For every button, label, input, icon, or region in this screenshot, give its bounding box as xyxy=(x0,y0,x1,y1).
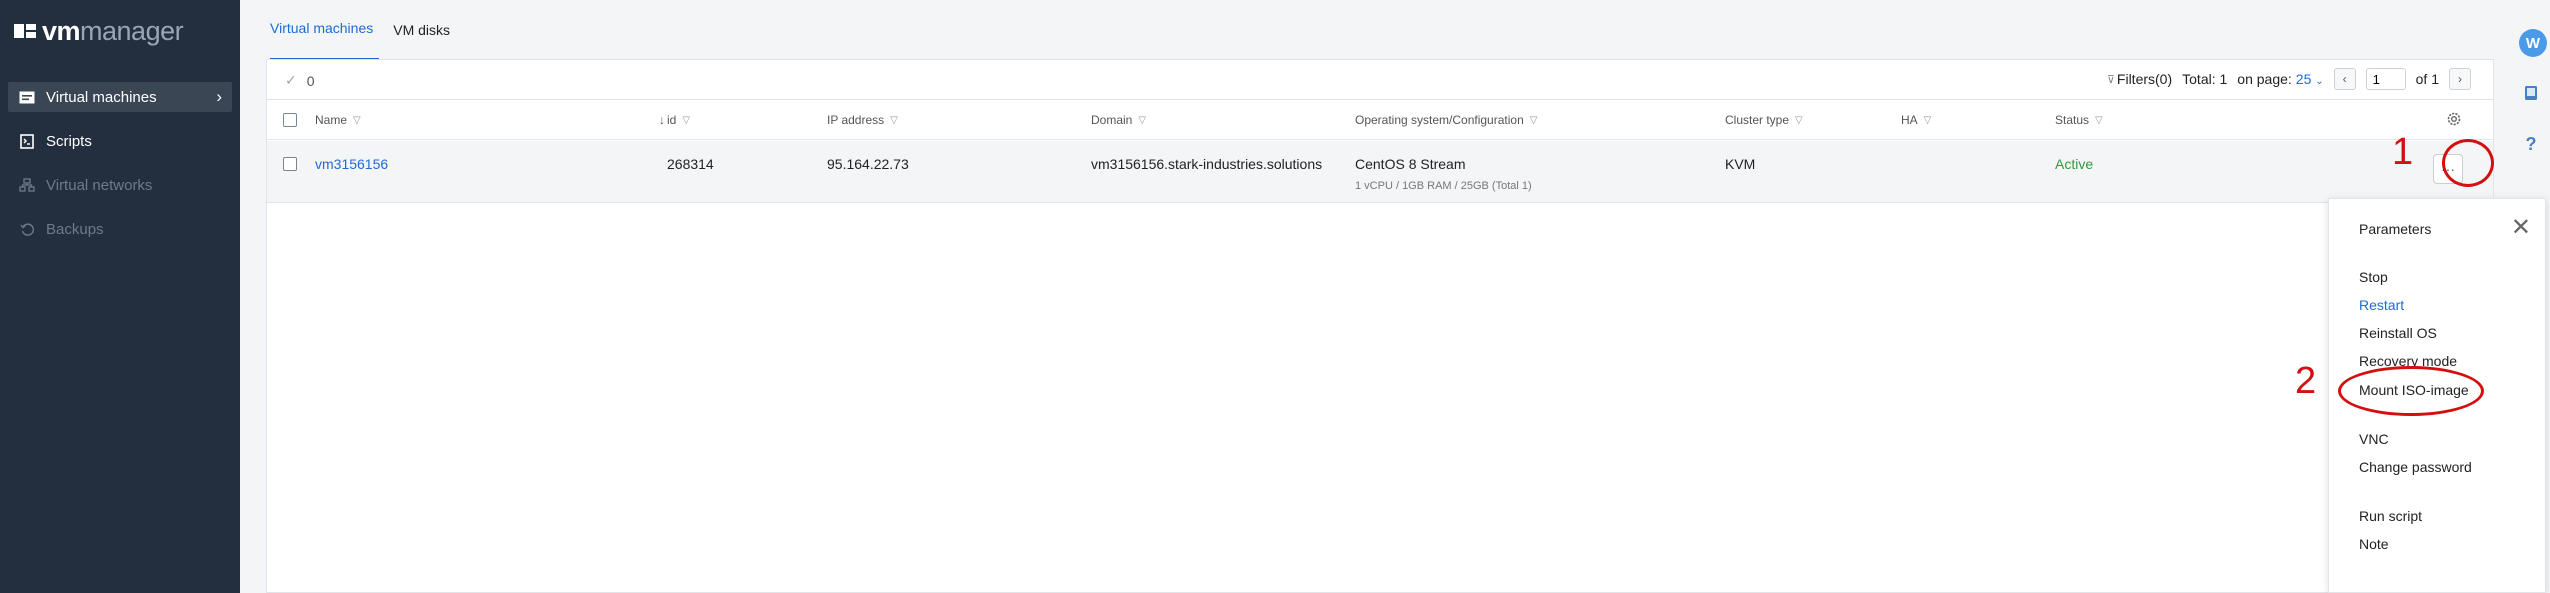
table-row[interactable]: vm3156156 268314 95.164.22.73 vm3156156.… xyxy=(267,141,2493,203)
menu-item-reinstall-os[interactable]: Reinstall OS xyxy=(2359,325,2437,341)
row-checkbox[interactable] xyxy=(283,157,297,171)
network-icon xyxy=(18,178,36,192)
column-domain[interactable]: Domain ▽ xyxy=(1091,113,1146,127)
select-all-checkbox[interactable] xyxy=(283,113,297,127)
selected-count-value: 0 xyxy=(306,72,315,89)
scripts-icon xyxy=(18,133,36,149)
vm-status-badge: Active xyxy=(2055,156,2094,172)
chevron-down-icon: ⌄ xyxy=(2315,76,2324,87)
chevron-right-icon: › xyxy=(216,87,222,106)
column-filter-icon[interactable]: ▽ xyxy=(1924,115,1932,126)
vm-cluster-type: KVM xyxy=(1725,156,1756,172)
total-count: Total: 1 xyxy=(2182,71,2228,87)
column-filter-icon[interactable]: ▽ xyxy=(1138,115,1146,126)
vm-configuration: 1 vCPU / 1GB RAM / 25GB (Total 1) xyxy=(1355,180,1532,192)
vm-ip-address: 95.164.22.73 xyxy=(827,156,909,172)
logo-vm-text: vm xyxy=(42,15,81,46)
page-total-label: of 1 xyxy=(2415,71,2439,87)
help-icon[interactable]: ? xyxy=(2521,134,2541,154)
vmmanager-logo[interactable]: vm manager xyxy=(14,14,184,48)
user-avatar[interactable]: W xyxy=(2519,29,2547,57)
virtual-machines-icon xyxy=(18,90,36,104)
column-ip-address[interactable]: IP address ▽ xyxy=(827,113,898,127)
annotation-circle-1 xyxy=(2442,139,2494,187)
column-os-configuration[interactable]: Operating system/Configuration ▽ xyxy=(1355,113,1537,127)
filter-icon: ⊽ xyxy=(2106,73,2115,86)
selected-count: ✓ 0 xyxy=(285,72,315,89)
sidebar-item-virtual-machines[interactable]: Virtual machines › xyxy=(8,82,232,112)
table-toolbar: ✓ 0 ⊽ Filters(0) Total: 1 on page: 25 ⌄ … xyxy=(267,60,2493,100)
tab-vm-disks[interactable]: VM disks xyxy=(393,2,456,60)
column-name[interactable]: Name ▽ xyxy=(315,113,361,127)
vm-id: 268314 xyxy=(667,156,714,172)
annotation-circle-2 xyxy=(2338,366,2484,416)
column-filter-icon[interactable]: ▽ xyxy=(2095,115,2103,126)
menu-item-note[interactable]: Note xyxy=(2359,536,2389,552)
vm-table-panel: ✓ 0 ⊽ Filters(0) Total: 1 on page: 25 ⌄ … xyxy=(266,59,2494,593)
backup-icon xyxy=(18,222,36,236)
menu-item-change-password[interactable]: Change password xyxy=(2359,459,2472,475)
tab-virtual-machines[interactable]: Virtual machines xyxy=(270,2,380,60)
sort-desc-icon: ↓ xyxy=(659,113,665,127)
main-area: Virtual machines VM disks ✓ 0 ⊽ Filters(… xyxy=(240,0,2550,593)
page-number-input[interactable] xyxy=(2365,68,2406,90)
prev-page-button[interactable]: ‹ xyxy=(2333,68,2356,90)
logo-mark-icon xyxy=(14,20,36,42)
sidebar-item-label: Virtual machines xyxy=(46,88,157,106)
menu-item-restart[interactable]: Restart xyxy=(2359,297,2404,313)
column-filter-icon[interactable]: ▽ xyxy=(1530,115,1538,126)
on-page-label: on page: xyxy=(2237,71,2292,87)
next-page-button[interactable]: › xyxy=(2449,68,2471,90)
annotation-number-1: 1 xyxy=(2392,131,2414,173)
column-id[interactable]: ↓ id ▽ xyxy=(659,113,690,127)
sidebar-item-virtual-networks[interactable]: Virtual networks xyxy=(8,170,232,200)
book-icon[interactable] xyxy=(2521,83,2541,103)
sidebar-item-label: Scripts xyxy=(46,132,92,150)
menu-item-run-script[interactable]: Run script xyxy=(2359,508,2422,524)
vm-name-link[interactable]: vm3156156 xyxy=(315,156,388,172)
sidebar-item-backups[interactable]: Backups xyxy=(8,214,232,244)
sidebar-item-label: Virtual networks xyxy=(46,176,153,194)
tab-bar: Virtual machines VM disks xyxy=(270,0,470,60)
menu-title: Parameters xyxy=(2359,221,2432,237)
table-settings-gear-icon[interactable] xyxy=(2445,110,2463,131)
per-page-value: 25 xyxy=(2295,71,2312,87)
vm-domain: vm3156156.stark-industries.solutions xyxy=(1091,156,1323,172)
filters-button[interactable]: ⊽ Filters(0) xyxy=(2107,71,2172,87)
per-page-select[interactable]: 25 ⌄ xyxy=(2296,71,2324,87)
column-filter-icon[interactable]: ▽ xyxy=(682,115,690,126)
column-ha[interactable]: HA ▽ xyxy=(1901,113,1931,127)
sidebar-nav: Virtual machines › Scripts Virtual netwo… xyxy=(8,82,232,258)
table-header: Name ▽ ↓ id ▽ IP address ▽ Domain ▽ Operating… xyxy=(267,100,2493,140)
column-filter-icon[interactable]: ▽ xyxy=(353,115,361,126)
column-status[interactable]: Status ▽ xyxy=(2055,113,2103,127)
vm-os: CentOS 8 Stream xyxy=(1355,156,1466,172)
menu-item-stop[interactable]: Stop xyxy=(2359,269,2388,285)
annotation-number-2: 2 xyxy=(2295,360,2317,402)
column-filter-icon[interactable]: ▽ xyxy=(890,115,898,126)
menu-item-vnc[interactable]: VNC xyxy=(2359,431,2389,447)
column-filter-icon[interactable]: ▽ xyxy=(1795,115,1803,126)
column-cluster-type[interactable]: Cluster type ▽ xyxy=(1725,113,1803,127)
sidebar-item-label: Backups xyxy=(46,220,104,238)
check-icon: ✓ xyxy=(285,72,297,88)
pagination-controls: ⊽ Filters(0) Total: 1 on page: 25 ⌄ ‹ of… xyxy=(2097,68,2471,90)
sidebar: vm manager Virtual machines › Scripts Vi… xyxy=(0,0,240,593)
close-icon[interactable]: ✕ xyxy=(2511,216,2531,240)
sidebar-item-scripts[interactable]: Scripts xyxy=(8,126,232,156)
filters-label: Filters(0) xyxy=(2116,71,2173,87)
logo-manager-text: manager xyxy=(80,15,184,46)
